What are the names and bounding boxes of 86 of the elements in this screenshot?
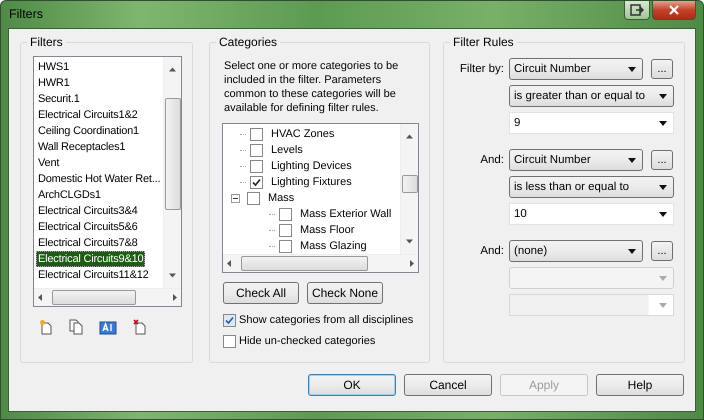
filter-item[interactable]: HWR1 xyxy=(36,75,163,91)
rule-label: And: xyxy=(479,153,505,168)
checkbox[interactable] xyxy=(279,224,292,236)
checkbox[interactable] xyxy=(250,160,263,172)
caret-icon xyxy=(628,66,636,72)
checkbox[interactable] xyxy=(250,128,263,140)
close-button[interactable] xyxy=(652,1,696,20)
option-label: Hide un-checked categories xyxy=(239,335,376,347)
filter-item[interactable]: Electrical Circuits1&2 xyxy=(36,107,163,123)
check-button[interactable]: Check All xyxy=(223,282,299,304)
operator-dropdown[interactable]: is greater than or equal to xyxy=(509,85,674,107)
caret-icon xyxy=(659,276,667,280)
checkbox[interactable] xyxy=(223,334,236,348)
filter-item[interactable]: Electrical Circuits11&12 xyxy=(36,267,163,283)
category-label: Levels xyxy=(271,144,303,156)
value-field[interactable]: 10 xyxy=(509,203,674,225)
duplicate-icon[interactable] xyxy=(69,319,83,335)
rename-icon[interactable] xyxy=(99,321,117,335)
category-label: Mass Floor xyxy=(300,224,354,236)
parameter-dropdown[interactable]: (none) xyxy=(509,240,643,262)
scroll-thumb[interactable] xyxy=(164,98,180,210)
filter-item[interactable]: Domestic Hot Water Ret... xyxy=(36,171,163,187)
value-field[interactable] xyxy=(509,294,674,316)
panel-title: Categories xyxy=(218,35,278,49)
panel-title: Filters xyxy=(29,35,64,49)
filter-item[interactable]: Electrical Circuits9&10 xyxy=(36,251,146,267)
filter-item[interactable]: Wall Receptacles1 xyxy=(36,139,163,155)
operator-dropdown[interactable]: is less than or equal to xyxy=(509,176,674,198)
checkbox[interactable] xyxy=(279,208,292,220)
more-button[interactable]: ... xyxy=(651,59,673,79)
panel-title: Filter Rules xyxy=(452,35,515,49)
vertical-scrollbar[interactable] xyxy=(400,124,418,254)
vertical-scrollbar[interactable] xyxy=(163,57,181,288)
category-label: Mass Exterior Wall xyxy=(300,208,392,220)
checkbox[interactable] xyxy=(247,192,260,204)
description-text: Select one or more categories to be included in the filter. Parameters common to these categories will be available for defining filter rules. xyxy=(224,59,400,115)
filter-item[interactable]: HWS1 xyxy=(36,59,163,75)
horizontal-scrollbar[interactable] xyxy=(34,288,181,306)
filter-item[interactable]: Electrical Circuits7&8 xyxy=(36,235,163,251)
dialog-button[interactable]: Help xyxy=(596,374,684,396)
category-label: HVAC Zones xyxy=(271,128,334,140)
caret-icon xyxy=(659,120,667,126)
checkbox[interactable] xyxy=(223,314,236,326)
rule-label: And: xyxy=(479,244,505,259)
option-label: Show categories from all disciplines xyxy=(239,314,414,326)
restore-button[interactable] xyxy=(624,1,650,20)
new-icon[interactable] xyxy=(39,319,53,335)
filter-item[interactable]: Vent xyxy=(36,155,163,171)
category-label: Lighting Fixtures xyxy=(271,176,352,188)
horizontal-scrollbar[interactable] xyxy=(223,254,418,272)
checkbox[interactable] xyxy=(279,240,292,252)
scroll-thumb[interactable] xyxy=(402,175,418,193)
checkbox[interactable] xyxy=(250,176,263,188)
more-button[interactable]: ... xyxy=(651,241,673,261)
caret-icon xyxy=(628,158,636,162)
caret-icon xyxy=(628,248,636,254)
caret-icon xyxy=(659,94,667,98)
filter-item[interactable]: Electrical Circuits3&4 xyxy=(36,203,163,219)
caret-icon xyxy=(659,184,667,190)
categories-tree[interactable]: HVAC Zones Levels Lighting Devices Lighting Fixtures Mass Mass Exterior Wall Mass Floor Mass Glazing xyxy=(222,123,419,273)
window-title: Filters xyxy=(8,7,44,21)
delete-icon[interactable] xyxy=(133,319,147,335)
parameter-dropdown[interactable]: Circuit Number xyxy=(509,149,643,171)
filter-item[interactable]: Ceiling Coordination1 xyxy=(36,123,163,139)
category-label: Lighting Devices xyxy=(271,160,352,172)
scroll-thumb[interactable] xyxy=(52,290,136,305)
parameter-dropdown[interactable]: Circuit Number xyxy=(509,58,643,80)
value-field[interactable]: 9 xyxy=(509,112,674,134)
category-label: Mass Glazing xyxy=(300,240,367,252)
checkbox[interactable] xyxy=(250,144,263,156)
collapse-toggle[interactable] xyxy=(231,194,243,202)
check-button[interactable]: Check None xyxy=(307,282,383,304)
caret-icon xyxy=(659,302,667,308)
dialog-button[interactable]: OK xyxy=(308,374,396,396)
caret-icon xyxy=(659,212,667,216)
category-label: Mass xyxy=(268,192,294,204)
filters-list[interactable] xyxy=(33,56,182,307)
close-icon xyxy=(668,5,680,15)
dialog-button[interactable]: Cancel xyxy=(404,374,492,396)
more-button[interactable]: ... xyxy=(651,150,673,170)
filter-item[interactable]: Electrical Circuits5&6 xyxy=(36,219,163,235)
rule-label: Filter by: xyxy=(458,62,505,77)
filter-item[interactable]: Securit.1 xyxy=(36,91,163,107)
scroll-thumb[interactable] xyxy=(241,256,368,271)
filter-item[interactable]: ArchCLGDs1 xyxy=(36,187,163,203)
restore-icon xyxy=(630,4,644,16)
